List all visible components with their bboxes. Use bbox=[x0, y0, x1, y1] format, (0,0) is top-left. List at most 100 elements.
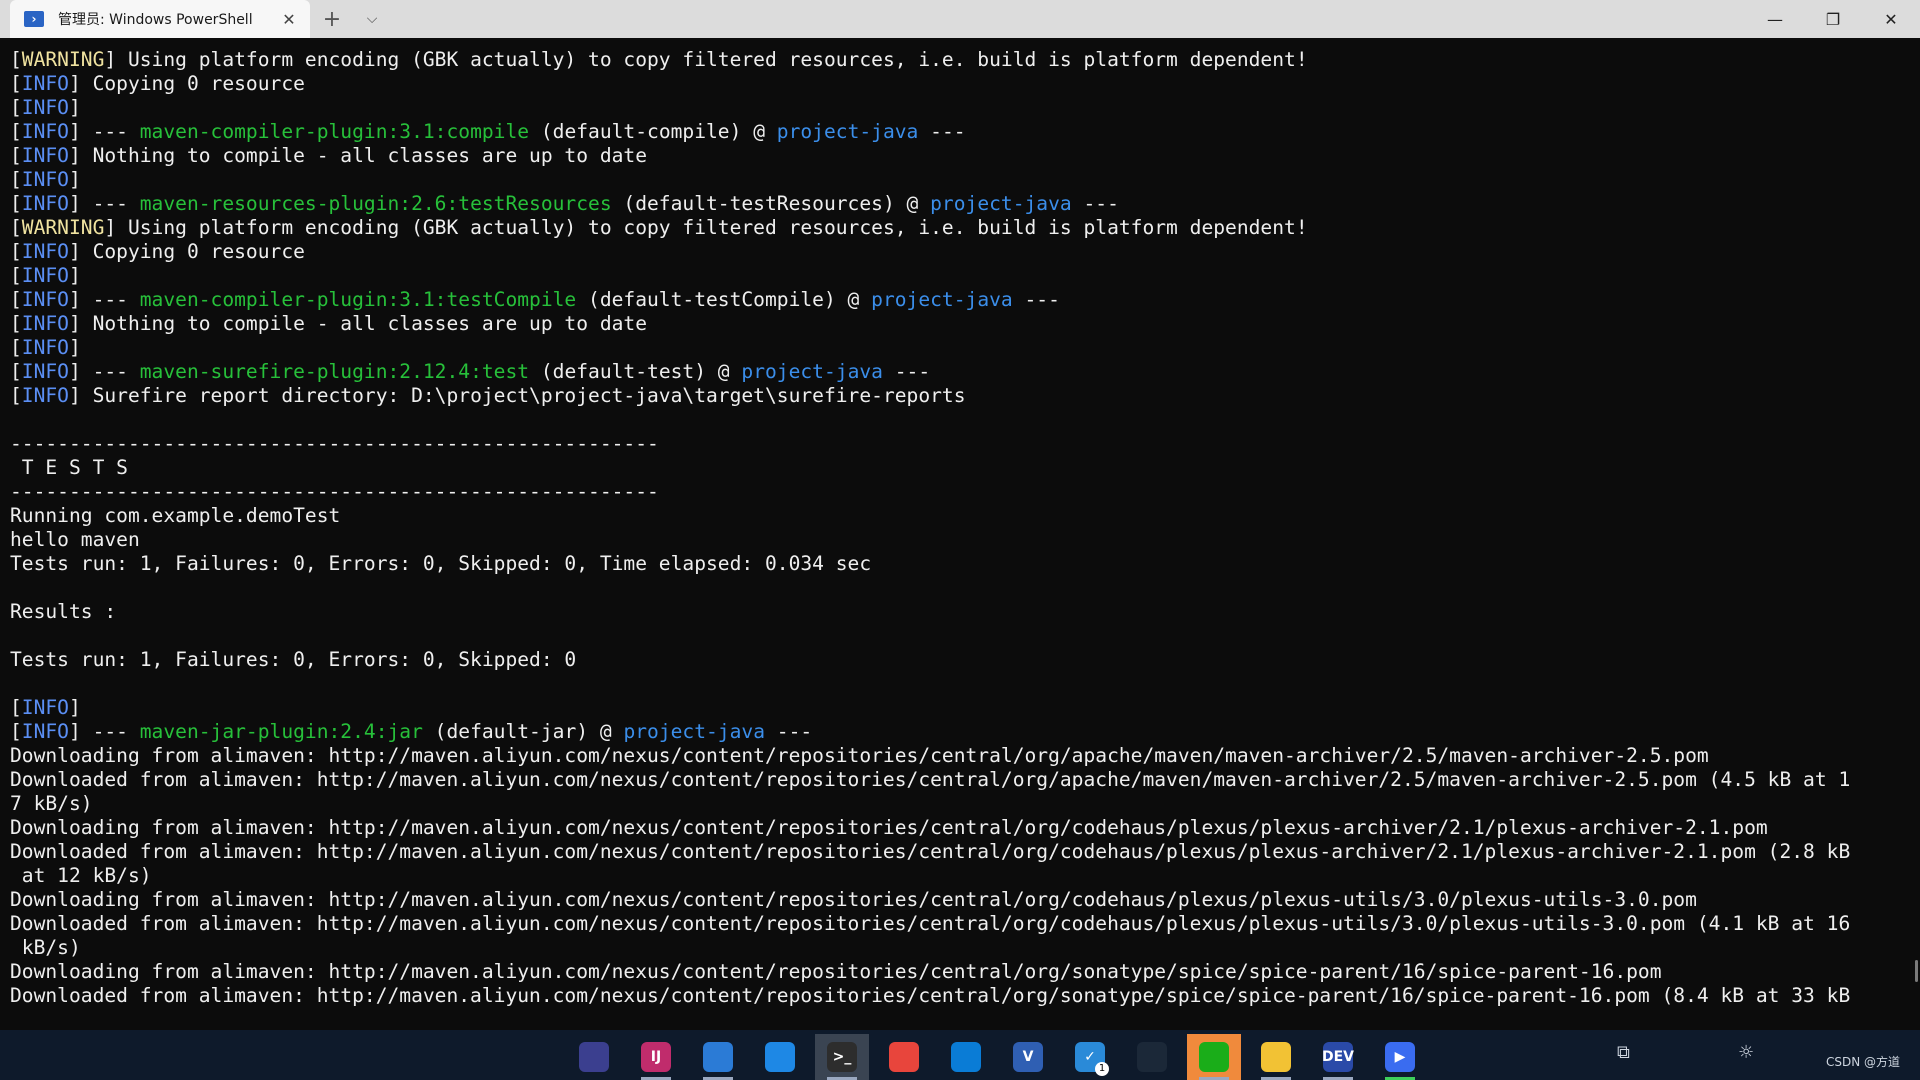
terminal-line: Downloading from alimaven: http://maven.… bbox=[10, 816, 1900, 840]
terminal-line: [INFO] Copying 0 resource bbox=[10, 240, 1900, 264]
window-controls: — ❐ ✕ bbox=[1746, 0, 1920, 38]
terminal-segment: INFO bbox=[21, 384, 69, 407]
terminal-segment: ] Nothing to compile - all classes are u… bbox=[68, 144, 648, 167]
taskbar-app-app-window[interactable] bbox=[753, 1034, 807, 1080]
taskbar-app-steam[interactable] bbox=[1125, 1034, 1179, 1080]
taskbar-app-chrome[interactable] bbox=[877, 1034, 931, 1080]
terminal-line: [INFO] bbox=[10, 168, 1900, 192]
terminal-segment: Tests run: 1, Failures: 0, Errors: 0, Sk… bbox=[10, 552, 872, 575]
terminal-segment: maven-compiler-plugin:3.1:compile bbox=[139, 120, 530, 143]
visio-icon: V bbox=[1013, 1042, 1043, 1072]
system-tray-icon[interactable]: ☼ bbox=[1738, 1042, 1754, 1063]
terminal-segment: Downloading from alimaven: http://maven.… bbox=[10, 888, 1697, 911]
terminal-segment: (default-compile) @ bbox=[529, 120, 777, 143]
terminal-segment: ----------------------------------------… bbox=[10, 432, 659, 455]
terminal-line: Downloaded from alimaven: http://maven.a… bbox=[10, 768, 1900, 792]
taskbar-app-devcpp[interactable]: DEV bbox=[1311, 1034, 1365, 1080]
terminal-line: T E S T S bbox=[10, 456, 1900, 480]
terminal-segment: project-java bbox=[871, 288, 1013, 311]
terminal-line: 7 kB/s) bbox=[10, 792, 1900, 816]
terminal-line: [INFO] Surefire report directory: D:\pro… bbox=[10, 384, 1900, 408]
title-bar: › 管理员: Windows PowerShell ✕ + ⌵ — ❐ ✕ bbox=[0, 0, 1920, 38]
terminal-segment: ] bbox=[68, 264, 81, 287]
terminal-segment: INFO bbox=[21, 336, 69, 359]
taskbar-app-todo[interactable]: ✓ 1 bbox=[1063, 1034, 1117, 1080]
taskbar-app-eclipse[interactable] bbox=[567, 1034, 621, 1080]
terminal-segment: INFO bbox=[21, 96, 69, 119]
terminal-segment: ] --- bbox=[68, 360, 140, 383]
terminal-segment: [ bbox=[10, 312, 22, 335]
terminal-line: [WARNING] Using platform encoding (GBK a… bbox=[10, 48, 1900, 72]
terminal-segment: Results : bbox=[10, 600, 117, 623]
terminal-segment: ] Using platform encoding (GBK actually)… bbox=[104, 48, 1308, 71]
terminal-segment: maven-jar-plugin:2.4:jar bbox=[139, 720, 423, 743]
chevron-down-icon[interactable]: ⌵ bbox=[354, 0, 390, 38]
terminal-line: ----------------------------------------… bbox=[10, 480, 1900, 504]
taskbar: IJ >_ V ✓ 1 DEV ▶ bbox=[0, 1030, 1920, 1080]
terminal-line: kB/s) bbox=[10, 936, 1900, 960]
minimize-button[interactable]: — bbox=[1746, 0, 1804, 38]
terminal-segment: ] bbox=[68, 696, 81, 719]
terminal-output[interactable]: [WARNING] Using platform encoding (GBK a… bbox=[10, 48, 1900, 1026]
terminal-line: Downloaded from alimaven: http://maven.a… bbox=[10, 984, 1900, 1008]
eclipse-icon bbox=[579, 1042, 609, 1072]
terminal-segment: [ bbox=[10, 144, 22, 167]
taskbar-app-vscode[interactable] bbox=[939, 1034, 993, 1080]
scrollbar-thumb[interactable] bbox=[1915, 960, 1918, 982]
terminal-segment: ] Copying 0 resource bbox=[68, 240, 305, 263]
terminal-line: Downloaded from alimaven: http://maven.a… bbox=[10, 840, 1900, 864]
terminal-segment: Running com.example.demoTest bbox=[10, 504, 341, 527]
terminal-segment: INFO bbox=[21, 120, 69, 143]
new-tab-button[interactable]: + bbox=[310, 0, 354, 38]
terminal-segment: (default-jar) @ bbox=[422, 720, 624, 743]
taskbar-app-file-explorer[interactable] bbox=[1249, 1034, 1303, 1080]
taskbar-app-intellij[interactable]: IJ bbox=[629, 1034, 683, 1080]
terminal-line: [INFO] bbox=[10, 696, 1900, 720]
terminal-segment: ] --- bbox=[68, 720, 140, 743]
task-view-icon[interactable]: ⧉ bbox=[1617, 1042, 1630, 1063]
terminal-segment: ] bbox=[68, 336, 81, 359]
terminal-line: [INFO] --- maven-surefire-plugin:2.12.4:… bbox=[10, 360, 1900, 384]
terminal-segment: INFO bbox=[21, 360, 69, 383]
terminal-icon: >_ bbox=[827, 1042, 857, 1072]
terminal-segment: (default-testCompile) @ bbox=[576, 288, 872, 311]
restore-button[interactable]: ❐ bbox=[1804, 0, 1862, 38]
terminal-line: [INFO] Copying 0 resource bbox=[10, 72, 1900, 96]
terminal-segment: [ bbox=[10, 168, 22, 191]
taskbar-app-visio[interactable]: V bbox=[1001, 1034, 1055, 1080]
close-window-button[interactable]: ✕ bbox=[1862, 0, 1920, 38]
terminal-segment: T E S T S bbox=[10, 456, 128, 479]
tab-powershell[interactable]: › 管理员: Windows PowerShell ✕ bbox=[10, 0, 310, 38]
terminal-segment: project-java bbox=[623, 720, 765, 743]
terminal-segment: project-java bbox=[776, 120, 919, 143]
terminal-segment: ] bbox=[68, 96, 81, 119]
terminal-segment: WARNING bbox=[21, 216, 105, 239]
terminal-segment: [ bbox=[10, 288, 22, 311]
terminal-segment: ] Using platform encoding (GBK actually)… bbox=[104, 216, 1308, 239]
tab-title: 管理员: Windows PowerShell bbox=[58, 12, 253, 28]
watermark-text: CSDN @方道 bbox=[1826, 1055, 1901, 1069]
app-window-icon bbox=[765, 1042, 795, 1072]
close-tab-icon[interactable]: ✕ bbox=[278, 8, 300, 30]
taskbar-app-media-player[interactable]: ▶ bbox=[1373, 1034, 1427, 1080]
terminal-segment: [ bbox=[10, 240, 22, 263]
taskbar-app-terminal[interactable]: >_ bbox=[815, 1034, 869, 1080]
taskbar-app-wechat[interactable] bbox=[1187, 1034, 1241, 1080]
taskbar-app-app-cloud[interactable] bbox=[691, 1034, 745, 1080]
terminal-segment: WARNING bbox=[21, 48, 105, 71]
terminal-line: Downloading from alimaven: http://maven.… bbox=[10, 960, 1900, 984]
terminal-segment: project-java bbox=[930, 192, 1072, 215]
terminal-segment: INFO bbox=[21, 72, 69, 95]
terminal-segment: Downloading from alimaven: http://maven.… bbox=[10, 816, 1768, 839]
terminal-segment: INFO bbox=[21, 720, 69, 743]
terminal-segment: project-java bbox=[741, 360, 883, 383]
terminal-segment: [ bbox=[10, 192, 22, 215]
terminal-segment: Downloaded from alimaven: http://maven.a… bbox=[10, 768, 1851, 791]
vscode-icon bbox=[951, 1042, 981, 1072]
terminal-segment: INFO bbox=[21, 696, 69, 719]
terminal-line: [INFO] Nothing to compile - all classes … bbox=[10, 144, 1900, 168]
terminal-segment: INFO bbox=[21, 288, 69, 311]
terminal-segment: ] Nothing to compile - all classes are u… bbox=[68, 312, 648, 335]
terminal-line: [INFO] --- maven-compiler-plugin:3.1:tes… bbox=[10, 288, 1900, 312]
terminal-segment: ] Surefire report directory: D:\project\… bbox=[68, 384, 966, 407]
